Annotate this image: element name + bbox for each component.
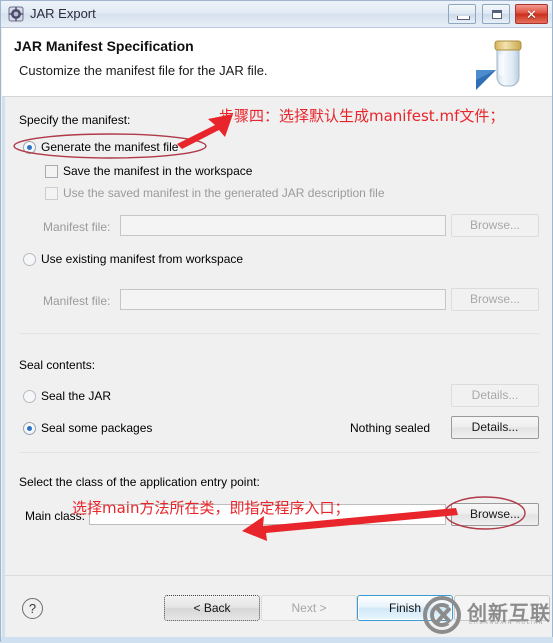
seal-some-packages-label[interactable]: Seal some packages xyxy=(41,421,152,435)
watermark-subtext: CHUANGXIN HULIAN xyxy=(469,620,545,626)
use-existing-manifest-label[interactable]: Use existing manifest from workspace xyxy=(41,252,243,266)
jar-export-icon xyxy=(8,6,24,22)
page-title: JAR Manifest Specification xyxy=(14,38,194,54)
maximize-icon xyxy=(491,10,502,19)
save-manifest-label[interactable]: Save the manifest in the workspace xyxy=(63,164,252,178)
maximize-button[interactable] xyxy=(481,4,510,24)
seal-status-text: Nothing sealed xyxy=(350,421,431,435)
seal-packages-details-button[interactable]: Details... xyxy=(451,416,539,439)
entry-point-label: Select the class of the application entr… xyxy=(19,475,260,489)
existing-manifest-file-label: Manifest file: xyxy=(43,294,111,308)
help-icon[interactable]: ? xyxy=(22,598,43,619)
generate-manifest-browse-button[interactable]: Browse... xyxy=(451,214,539,237)
save-manifest-checkbox[interactable] xyxy=(45,165,58,178)
back-button[interactable]: < Back xyxy=(164,595,260,621)
use-saved-manifest-checkbox xyxy=(45,187,58,200)
title-bar: JAR Export ✕ xyxy=(1,1,552,28)
close-button[interactable]: ✕ xyxy=(515,4,548,24)
existing-manifest-file-input[interactable] xyxy=(120,289,446,310)
next-button: Next > xyxy=(261,595,357,621)
generate-manifest-file-input[interactable] xyxy=(120,215,446,236)
seal-the-jar-radio[interactable] xyxy=(23,390,36,403)
cx-logo-icon xyxy=(423,596,461,634)
seal-the-jar-label[interactable]: Seal the JAR xyxy=(41,389,111,403)
section-divider-1 xyxy=(19,333,539,334)
generate-manifest-radio[interactable] xyxy=(23,141,36,154)
annotation-step-four-text: 步骤四：选择默认生成manifest.mf文件； xyxy=(219,107,505,125)
close-icon: ✕ xyxy=(526,7,537,22)
minimize-icon xyxy=(457,16,471,20)
seal-some-packages-radio[interactable] xyxy=(23,422,36,435)
main-class-browse-button[interactable]: Browse... xyxy=(451,503,539,526)
generate-manifest-file-label: Manifest file: xyxy=(43,220,111,234)
window-controls: ✕ xyxy=(446,4,548,25)
wizard-header: JAR Manifest Specification Customize the… xyxy=(2,28,552,97)
seal-jar-details-button: Details... xyxy=(451,384,539,407)
watermark: 创新互联 CHUANGXIN HULIAN xyxy=(421,593,553,635)
use-saved-manifest-label: Use the saved manifest in the generated … xyxy=(63,186,385,200)
minimize-button[interactable] xyxy=(448,4,477,24)
specify-manifest-label: Specify the manifest: xyxy=(19,113,131,127)
jar-export-dialog: JAR Export ✕ JAR Manifest Specification … xyxy=(0,0,553,643)
annotation-main-class-text: 选择main方法所在类，即指定程序入口； xyxy=(72,499,350,517)
use-existing-manifest-radio[interactable] xyxy=(23,253,36,266)
generate-manifest-label[interactable]: Generate the manifest file xyxy=(41,140,178,154)
jar-jar-illustration-icon xyxy=(470,30,544,96)
section-divider-2 xyxy=(19,452,539,453)
existing-manifest-browse-button[interactable]: Browse... xyxy=(451,288,539,311)
seal-contents-label: Seal contents: xyxy=(19,358,96,372)
window-bottom-edge xyxy=(1,637,553,643)
window-title: JAR Export xyxy=(30,6,96,21)
page-subtitle: Customize the manifest file for the JAR … xyxy=(19,63,268,78)
